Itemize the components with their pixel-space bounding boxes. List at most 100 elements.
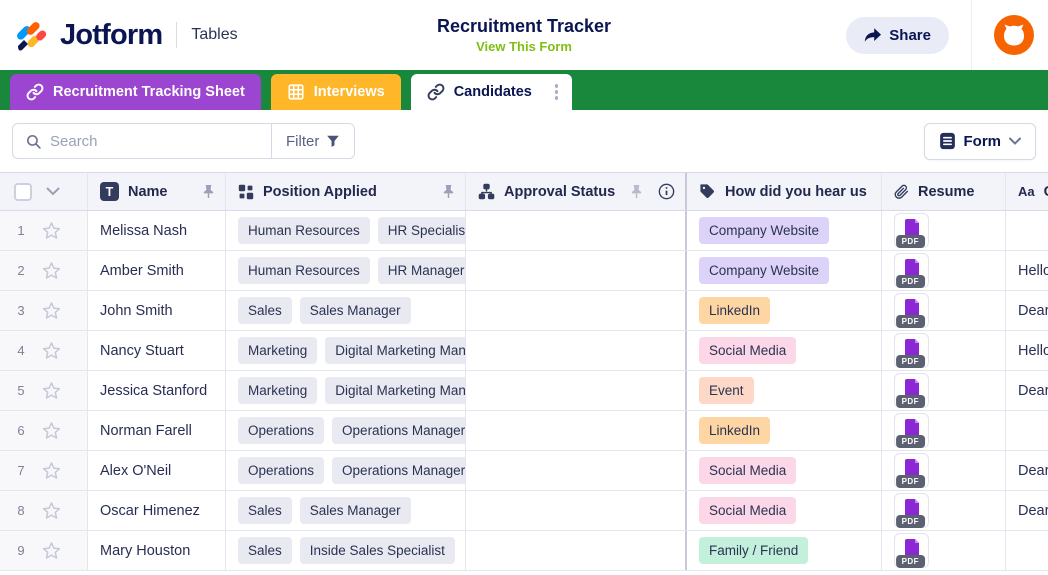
- column-header-resume[interactable]: Resume: [882, 173, 1006, 210]
- position-cell[interactable]: Operations Operations Manager: [226, 451, 466, 490]
- source-cell[interactable]: Family / Friend: [687, 531, 882, 570]
- tab-recruitment-tracking-sheet[interactable]: Recruitment Tracking Sheet: [10, 74, 261, 110]
- user-avatar[interactable]: [994, 15, 1034, 55]
- source-cell[interactable]: Social Media: [687, 451, 882, 490]
- name-cell[interactable]: Norman Farell: [88, 411, 226, 450]
- approval-status-cell[interactable]: [466, 211, 687, 250]
- resume-cell[interactable]: PDF: [882, 251, 1006, 290]
- position-cell[interactable]: Operations Operations Manager: [226, 411, 466, 450]
- pdf-file-icon[interactable]: PDF: [894, 533, 929, 568]
- resume-cell[interactable]: PDF: [882, 531, 1006, 570]
- link-icon: [427, 83, 445, 101]
- share-button[interactable]: Share: [846, 16, 949, 54]
- name-cell[interactable]: Mary Houston: [88, 531, 226, 570]
- position-cell[interactable]: Marketing Digital Marketing Manager: [226, 331, 466, 370]
- tab-options-kebab-icon[interactable]: [549, 78, 565, 106]
- star-icon[interactable]: [42, 541, 61, 560]
- cover-letter-cell[interactable]: Hello: [1006, 251, 1048, 290]
- star-icon[interactable]: [42, 261, 61, 280]
- position-cell[interactable]: Sales Sales Manager: [226, 491, 466, 530]
- pdf-file-icon[interactable]: PDF: [894, 213, 929, 248]
- pdf-file-icon[interactable]: PDF: [894, 453, 929, 488]
- header-divider: [176, 22, 178, 48]
- pdf-file-icon[interactable]: PDF: [894, 373, 929, 408]
- select-all-checkbox[interactable]: [14, 182, 32, 201]
- cover-letter-cell[interactable]: [1006, 211, 1048, 250]
- approval-status-cell[interactable]: [466, 251, 687, 290]
- source-cell[interactable]: Company Website: [687, 211, 882, 250]
- name-cell[interactable]: Melissa Nash: [88, 211, 226, 250]
- filter-button[interactable]: Filter: [271, 124, 355, 158]
- position-cell[interactable]: Marketing Digital Marketing Manager: [226, 371, 466, 410]
- resume-cell[interactable]: PDF: [882, 331, 1006, 370]
- cover-letter-cell[interactable]: Dear: [1006, 371, 1048, 410]
- star-icon[interactable]: [42, 301, 61, 320]
- column-header-how-did-you-hear-us[interactable]: How did you hear us: [687, 173, 882, 210]
- cover-letter-cell[interactable]: Dear: [1006, 451, 1048, 490]
- name-cell[interactable]: John Smith: [88, 291, 226, 330]
- approval-status-cell[interactable]: [466, 531, 687, 570]
- star-icon[interactable]: [42, 381, 61, 400]
- cover-letter-cell[interactable]: Dear: [1006, 291, 1048, 330]
- resume-cell[interactable]: PDF: [882, 491, 1006, 530]
- star-icon[interactable]: [42, 341, 61, 360]
- column-header-position-applied[interactable]: Position Applied: [226, 173, 466, 210]
- cover-letter-cell[interactable]: [1006, 531, 1048, 570]
- resume-cell[interactable]: PDF: [882, 291, 1006, 330]
- view-this-form-link[interactable]: View This Form: [437, 39, 611, 54]
- pdf-file-icon[interactable]: PDF: [894, 253, 929, 288]
- cover-letter-cell[interactable]: [1006, 411, 1048, 450]
- chevron-down-icon[interactable]: [46, 187, 60, 196]
- approval-status-cell[interactable]: [466, 491, 687, 530]
- source-cell[interactable]: Company Website: [687, 251, 882, 290]
- position-cell[interactable]: Sales Inside Sales Specialist: [226, 531, 466, 570]
- search-input[interactable]: [50, 132, 259, 150]
- tab-candidates[interactable]: Candidates: [410, 74, 573, 110]
- tab-interviews[interactable]: Interviews: [270, 74, 401, 110]
- approval-status-cell[interactable]: [466, 451, 687, 490]
- source-cell[interactable]: Social Media: [687, 331, 882, 370]
- approval-status-cell[interactable]: [466, 411, 687, 450]
- options-type-icon: [238, 184, 254, 200]
- jotform-logo[interactable]: Jotform: [14, 17, 163, 53]
- pdf-file-icon[interactable]: PDF: [894, 413, 929, 448]
- name-cell[interactable]: Jessica Stanford: [88, 371, 226, 410]
- approval-status-cell[interactable]: [466, 371, 687, 410]
- form-menu-button[interactable]: Form: [923, 122, 1036, 160]
- approval-status-cell[interactable]: [466, 331, 687, 370]
- pin-icon[interactable]: [442, 184, 455, 199]
- pdf-file-icon[interactable]: PDF: [894, 293, 929, 328]
- source-cell[interactable]: LinkedIn: [687, 411, 882, 450]
- source-cell[interactable]: Event: [687, 371, 882, 410]
- column-header-cover-letter[interactable]: Aa C: [1006, 173, 1048, 210]
- name-cell[interactable]: Amber Smith: [88, 251, 226, 290]
- pdf-file-icon[interactable]: PDF: [894, 493, 929, 528]
- pin-icon[interactable]: [630, 184, 643, 199]
- info-icon[interactable]: [658, 183, 675, 200]
- table-header-row: T Name Position Applied Approval Status …: [0, 173, 1048, 211]
- source-cell[interactable]: LinkedIn: [687, 291, 882, 330]
- name-cell[interactable]: Alex O'Neil: [88, 451, 226, 490]
- column-header-approval-status[interactable]: Approval Status: [466, 173, 687, 210]
- table-row: 9 Mary Houston Sales Inside Sales Specia…: [0, 531, 1048, 571]
- star-icon[interactable]: [42, 221, 61, 240]
- star-icon[interactable]: [42, 421, 61, 440]
- resume-cell[interactable]: PDF: [882, 371, 1006, 410]
- star-icon[interactable]: [42, 461, 61, 480]
- source-cell[interactable]: Social Media: [687, 491, 882, 530]
- resume-cell[interactable]: PDF: [882, 411, 1006, 450]
- resume-cell[interactable]: PDF: [882, 451, 1006, 490]
- pin-icon[interactable]: [202, 184, 215, 199]
- star-icon[interactable]: [42, 501, 61, 520]
- cover-letter-cell[interactable]: Dear: [1006, 491, 1048, 530]
- pdf-file-icon[interactable]: PDF: [894, 333, 929, 368]
- column-header-name[interactable]: T Name: [88, 173, 226, 210]
- position-cell[interactable]: Sales Sales Manager: [226, 291, 466, 330]
- approval-status-cell[interactable]: [466, 291, 687, 330]
- name-cell[interactable]: Oscar Himenez: [88, 491, 226, 530]
- position-cell[interactable]: Human Resources HR Manager: [226, 251, 466, 290]
- name-cell[interactable]: Nancy Stuart: [88, 331, 226, 370]
- cover-letter-cell[interactable]: Hello: [1006, 331, 1048, 370]
- resume-cell[interactable]: PDF: [882, 211, 1006, 250]
- position-cell[interactable]: Human Resources HR Specialist: [226, 211, 466, 250]
